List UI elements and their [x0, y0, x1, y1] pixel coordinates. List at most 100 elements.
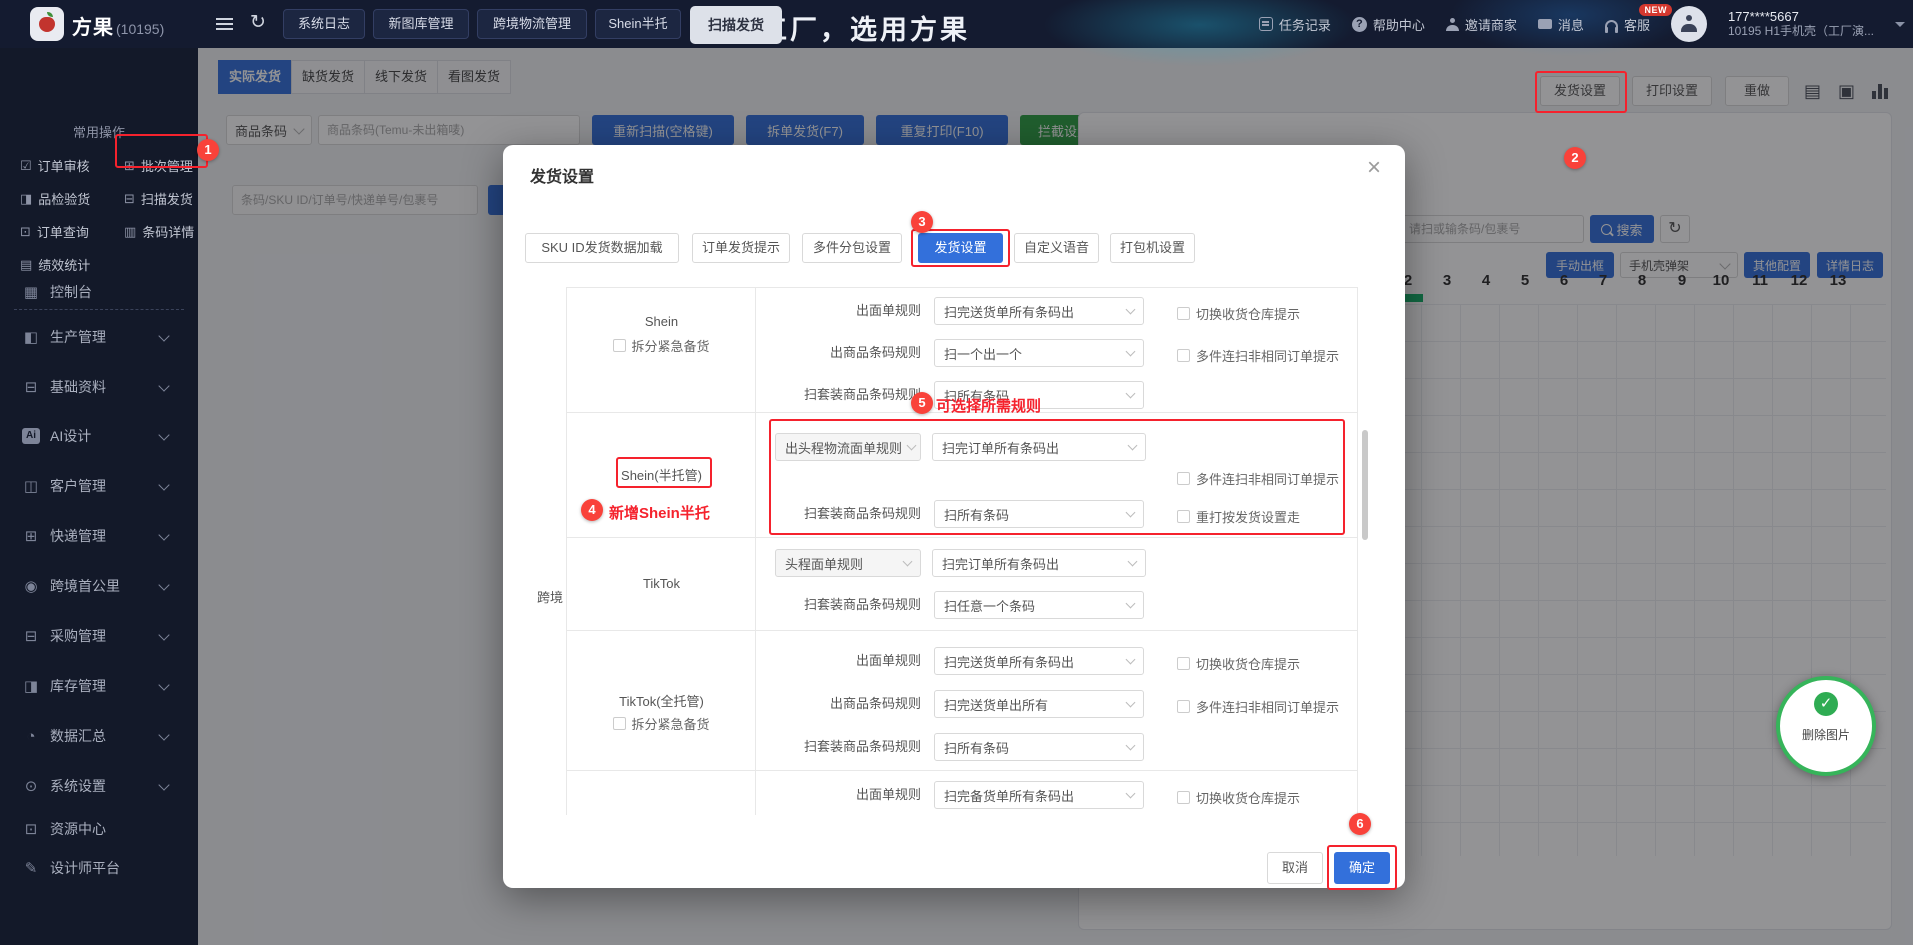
header-messages[interactable]: 消息 — [1537, 15, 1584, 34]
sidebar-item-resource-center[interactable]: ⊡ 资源中心 — [0, 814, 198, 844]
header-help-center[interactable]: ? 帮助中心 — [1351, 15, 1425, 34]
sidebar-item-designer-platform[interactable]: ✎ 设计师平台 — [0, 853, 198, 883]
purchasing-icon: ⊟ — [24, 628, 38, 645]
sidebar-item-ai-design[interactable]: Ai AI设计 — [0, 421, 198, 451]
sidebar-item-qc-inspect[interactable]: ◨ 品检验货 — [20, 189, 90, 208]
modal-tab-multi-pack[interactable]: 多件分包设置 — [802, 233, 902, 263]
service-label: 客服 — [1623, 17, 1650, 33]
menu-label: 跨境首公里 — [50, 578, 120, 594]
rule-type-select[interactable]: 头程面单规则 — [775, 549, 921, 577]
scrollbar-thumb[interactable] — [1362, 430, 1368, 540]
rule-select-value: 扫所有条码 — [944, 740, 1010, 756]
rule-select[interactable]: 扫完送货单出所有 — [934, 690, 1144, 718]
sidebar-item-customers[interactable]: ◫ 客户管理 — [0, 471, 198, 501]
cancel-button[interactable]: 取消 — [1267, 852, 1323, 884]
rule-select[interactable]: 扫所有条码 — [934, 733, 1144, 761]
checkbox-icon — [613, 717, 627, 730]
header-invite-merchant[interactable]: 邀请商家 — [1445, 15, 1517, 34]
sidebar-item-base-data[interactable]: ⊟ 基础资料 — [0, 372, 198, 402]
collapse-menu-icon[interactable] — [216, 18, 233, 30]
chevron-down-icon — [158, 629, 170, 641]
sidebar-item-performance[interactable]: ▤ 绩效统计 — [20, 255, 90, 274]
chevron-down-icon — [158, 679, 170, 691]
annotation-note-5: 可选择所需规则 — [936, 398, 1042, 415]
quick-op-label: 绩效统计 — [38, 258, 91, 273]
checkbox-icon — [1177, 349, 1190, 362]
header-task-log[interactable]: 任务记录 — [1258, 15, 1331, 34]
annotation-step-4: 4 — [581, 499, 603, 521]
group-label-cross-border: 跨境 — [537, 590, 564, 605]
settings-scroll-area[interactable]: 跨境 Shein 拆分紧急备货 出面单规则 扫完送货单所有条码出 切换收货仓库提… — [523, 280, 1368, 815]
nav-scan-ship-active[interactable]: 扫描发货 — [690, 6, 782, 44]
app-logo[interactable] — [30, 7, 64, 41]
menu-label: 采购管理 — [50, 628, 106, 644]
sidebar-item-order-review[interactable]: ☑ 订单审核 — [20, 156, 90, 175]
close-icon[interactable]: × — [1359, 153, 1389, 183]
rule-checkbox[interactable]: 切换收货仓库提示 — [1177, 304, 1300, 323]
nav-cross-border-logistics[interactable]: 跨境物流管理 — [477, 9, 587, 39]
annotation-step-1: 1 — [197, 139, 219, 161]
checkbox-icon — [1177, 657, 1190, 670]
ai-design-icon: Ai — [22, 428, 40, 444]
checkbox-icon — [1177, 791, 1190, 804]
chevron-down-icon — [158, 429, 170, 441]
modal-tab-packer[interactable]: 打包机设置 — [1110, 233, 1195, 263]
rule-select[interactable]: 扫完订单所有条码出 — [932, 549, 1146, 577]
modal-tab-custom-voice[interactable]: 自定义语音 — [1014, 233, 1099, 263]
sidebar-item-inventory[interactable]: ◨ 库存管理 — [0, 671, 198, 701]
sidebar-item-order-query[interactable]: ⊡ 订单查询 — [20, 222, 89, 241]
menu-label: 基础资料 — [50, 379, 106, 395]
menu-label: 客户管理 — [50, 478, 106, 494]
check-icon: ✓ — [1814, 692, 1838, 716]
sidebar-item-barcode-detail[interactable]: ▥ 条码详情 — [124, 222, 194, 241]
sidebar-item-system-settings[interactable]: ⊙ 系统设置 — [0, 771, 198, 801]
sidebar-item-scan-ship[interactable]: ⊟ 扫描发货 — [124, 189, 193, 208]
checkbox-label: 切换收货仓库提示 — [1196, 657, 1301, 672]
rule-checkbox[interactable]: 多件连扫非相同订单提示 — [1177, 346, 1339, 365]
rule-checkbox[interactable]: 切换收货仓库提示 — [1177, 788, 1300, 807]
help-label: 帮助中心 — [1372, 17, 1425, 33]
avatar[interactable] — [1670, 6, 1707, 42]
performance-icon: ▤ — [20, 256, 33, 272]
rule-select-value: 扫任意一个条码 — [944, 598, 1036, 614]
app-title: 方果 — [72, 17, 114, 39]
refresh-icon[interactable]: ↻ — [247, 12, 269, 34]
apple-logo-icon — [39, 17, 55, 32]
rule-select[interactable]: 扫完送货单所有条码出 — [934, 297, 1144, 325]
nav-image-library[interactable]: 新图库管理 — [373, 9, 469, 39]
nav-system-log[interactable]: 系统日志 — [283, 9, 365, 39]
delete-image-widget[interactable]: ✓ 删除图片 — [1776, 676, 1876, 776]
rule-select[interactable]: 扫完送货单所有条码出 — [934, 647, 1144, 675]
rule-select[interactable]: 扫完备货单所有条码出 — [934, 781, 1144, 809]
split-urgent-checkbox[interactable]: 拆分紧急备货 — [567, 714, 756, 733]
rule-label: 扫套装商品条码规则 — [803, 739, 921, 754]
sidebar-item-console[interactable]: ▦ 控制台 — [0, 277, 198, 307]
annotation-step-5: 5 — [911, 392, 933, 414]
nav-shein-semi[interactable]: Shein半托 — [595, 9, 681, 39]
rule-select[interactable]: 扫一个出一个 — [934, 339, 1144, 367]
split-urgent-checkbox[interactable]: 拆分紧急备货 — [567, 336, 756, 355]
rule-checkbox[interactable]: 切换收货仓库提示 — [1177, 654, 1300, 673]
chevron-down-icon — [158, 579, 170, 591]
table-row-tiktok: TikTok 头程面单规则 扫完订单所有条码出 扫套装商品条码规则 扫任意一个条… — [567, 538, 1357, 631]
modal-tab-sku-load[interactable]: SKU ID发货数据加载 — [525, 233, 679, 263]
quick-op-label: 条码详情 — [142, 225, 195, 240]
user-info[interactable]: 177****5667 10195 H1手机壳（工厂演... — [1728, 9, 1874, 39]
header-customer-service[interactable]: 客服 NEW — [1604, 3, 1672, 34]
sidebar-item-express[interactable]: ⊞ 快递管理 — [0, 521, 198, 551]
app-root: 实际发货 缺货发货 线下发货 看图发货 商品条码 重新扫描(空格键) 拆单发货(… — [0, 0, 1913, 945]
sidebar-item-first-mile[interactable]: ◉ 跨境首公里 — [0, 571, 198, 601]
sidebar-item-production[interactable]: ◧ 生产管理 — [0, 322, 198, 352]
sidebar-item-data-summary[interactable]: ◔ 数据汇总 — [0, 721, 198, 751]
menu-label: 控制台 — [50, 284, 92, 300]
modal-tab-order-tip[interactable]: 订单发货提示 — [692, 233, 790, 263]
user-menu-caret-icon[interactable] — [1895, 21, 1905, 32]
sidebar-item-purchasing[interactable]: ⊟ 采购管理 — [0, 621, 198, 651]
table-row-tiktok-full: TikTok(全托管) 拆分紧急备货 出面单规则 扫完送货单所有条码出 切换收货… — [567, 631, 1357, 771]
resource-icon: ⊡ — [24, 821, 38, 838]
rule-checkbox[interactable]: 多件连扫非相同订单提示 — [1177, 697, 1339, 716]
chevron-down-icon — [158, 479, 170, 491]
rule-select[interactable]: 扫任意一个条码 — [934, 591, 1144, 619]
person-icon — [1445, 17, 1459, 31]
chevron-down-icon — [158, 529, 170, 541]
